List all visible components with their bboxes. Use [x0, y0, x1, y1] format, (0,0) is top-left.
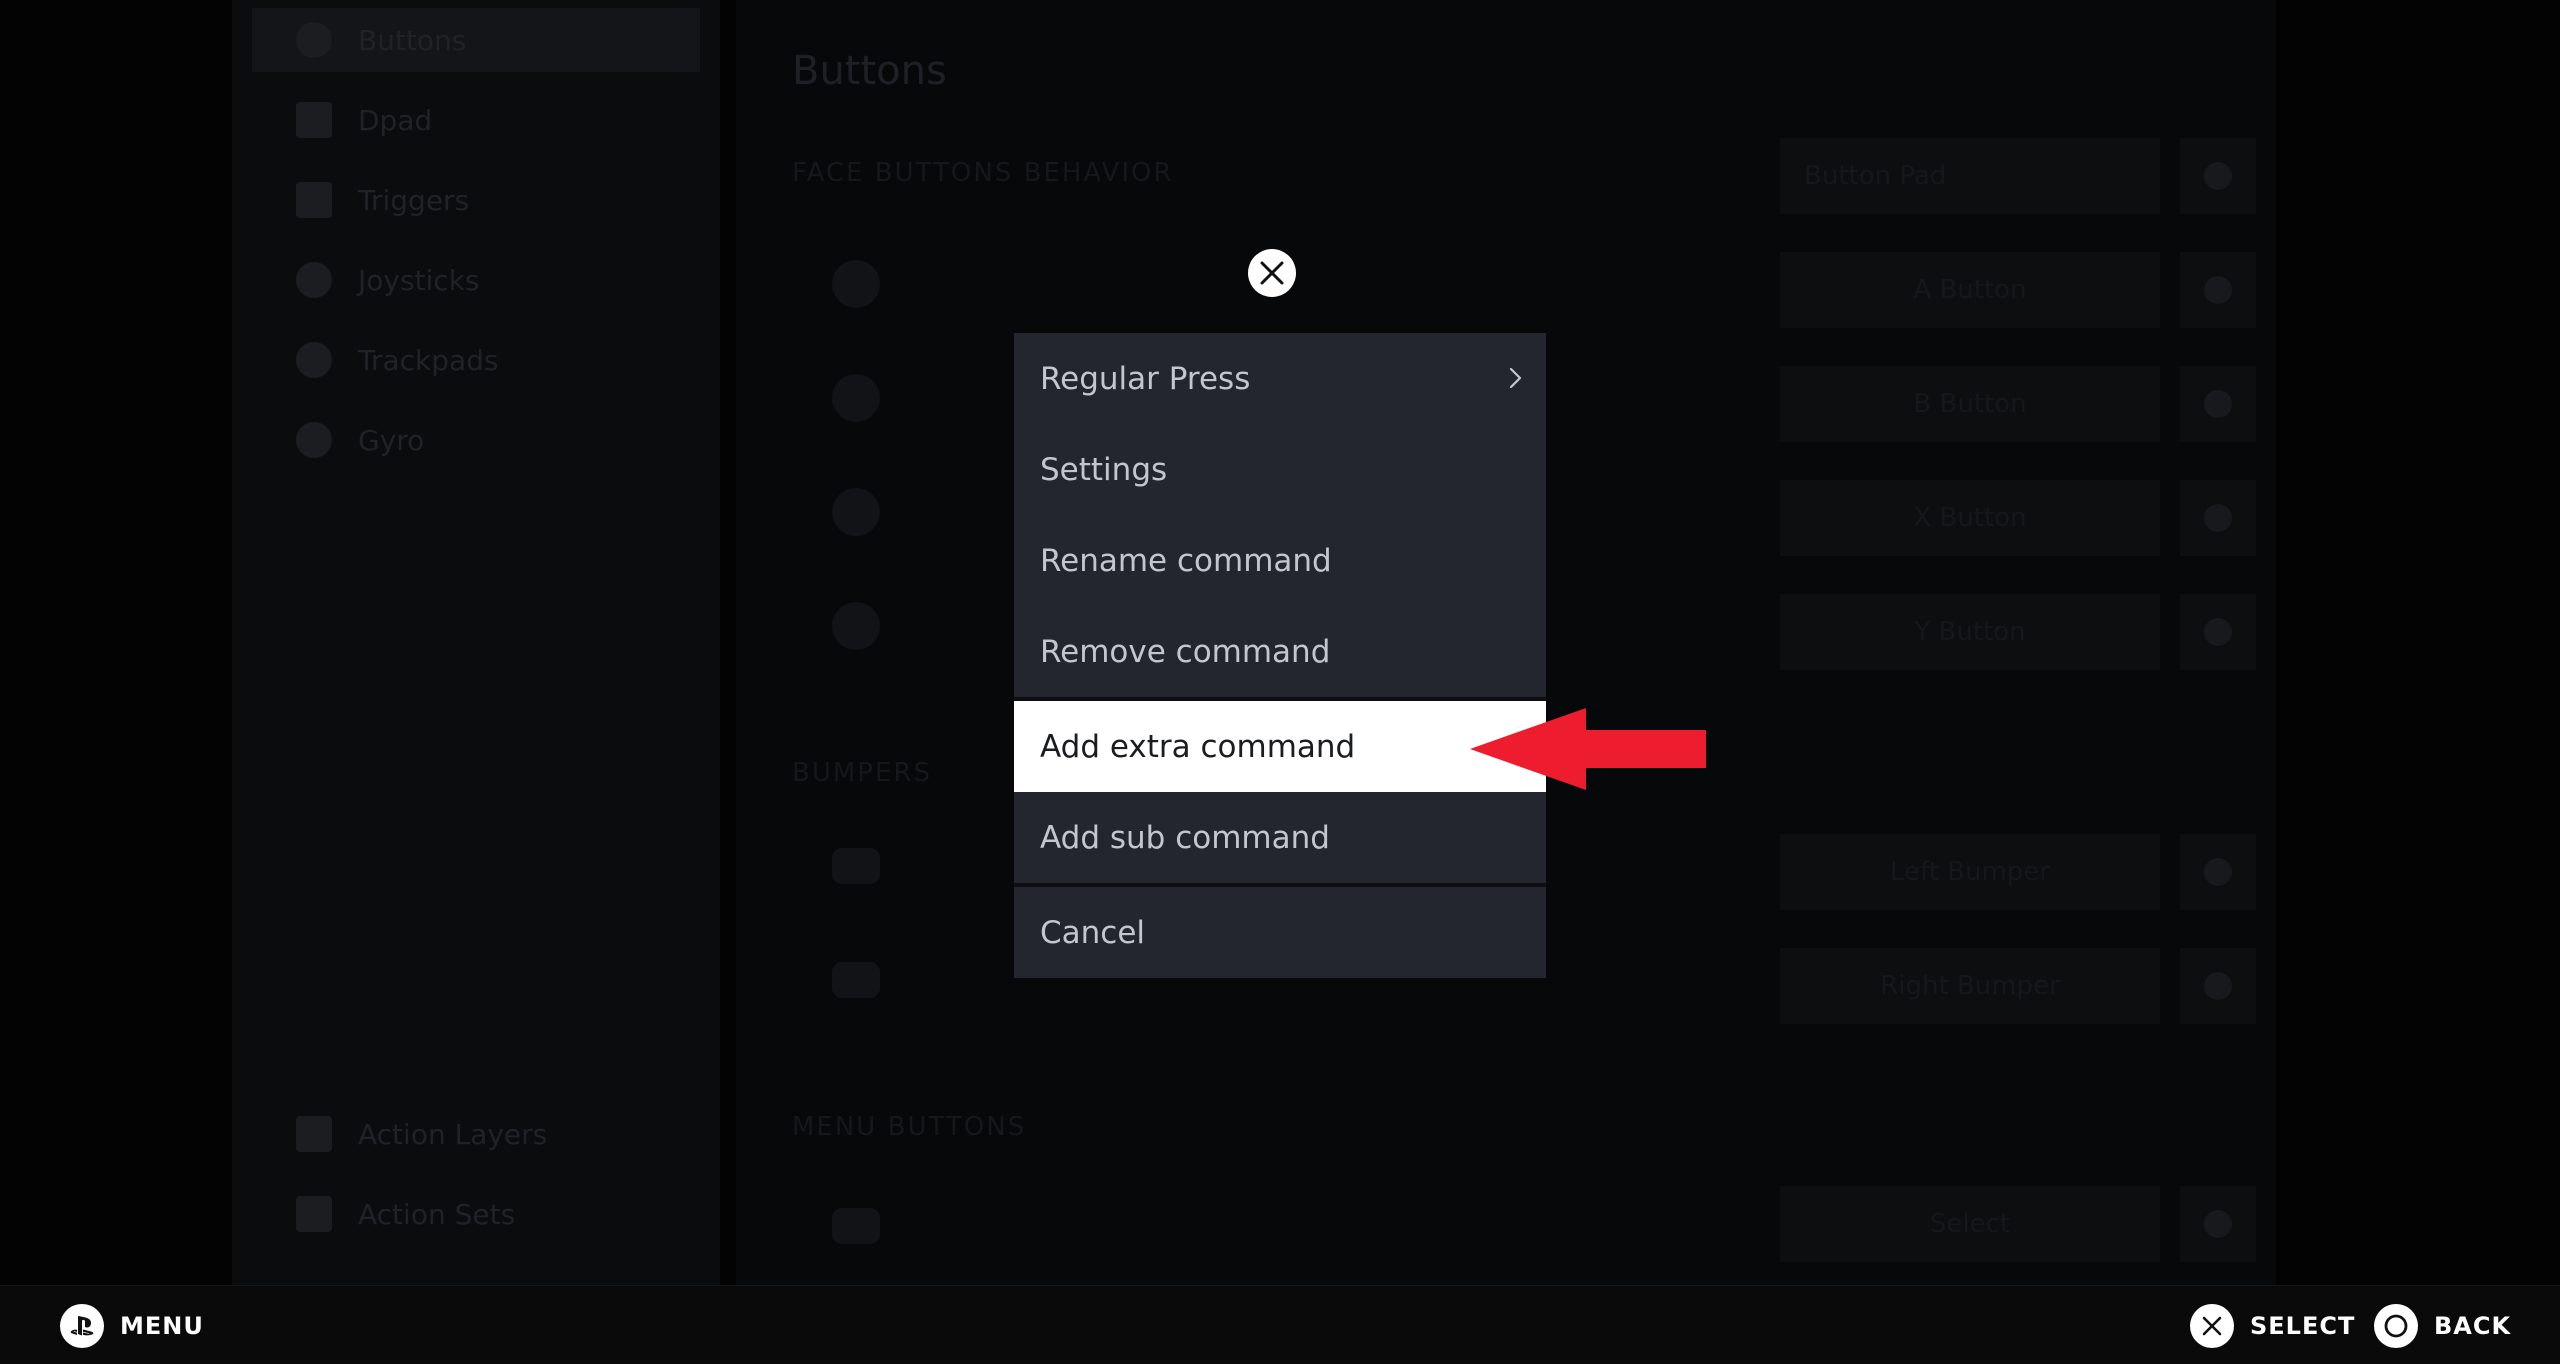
- chevron-right-icon: [1509, 367, 1522, 389]
- menu-item-label: Add extra command: [1040, 728, 1356, 765]
- section-menu-buttons: MENU BUTTONS: [792, 1112, 1027, 1142]
- sidebar-item-label: Dpad: [358, 103, 433, 137]
- action-sets-icon: [296, 1196, 332, 1232]
- gear-icon[interactable]: [2180, 594, 2256, 670]
- b-button-icon: [832, 374, 880, 422]
- select-binding[interactable]: Select: [1780, 1186, 2160, 1262]
- a-button-icon: [832, 260, 880, 308]
- menu-item-label: Cancel: [1040, 914, 1146, 951]
- menu-item-label: Regular Press: [1040, 360, 1251, 397]
- buttons-icon: [296, 22, 332, 58]
- arrow-shape: [1470, 708, 1706, 790]
- close-menu-button[interactable]: [1248, 249, 1296, 297]
- menu-item-rename-command[interactable]: Rename command: [1014, 515, 1546, 606]
- trackpad-icon: [296, 342, 332, 378]
- gear-icon[interactable]: [2180, 1186, 2256, 1262]
- context-menu: Regular Press Settings Rename command Re…: [1014, 333, 1546, 978]
- left-bumper-binding[interactable]: Left Bumper: [1780, 834, 2160, 910]
- behavior-dropdown[interactable]: Button Pad: [1780, 138, 2160, 214]
- back-hint-label: BACK: [2434, 1312, 2512, 1340]
- sidebar-item-joysticks[interactable]: Joysticks: [252, 248, 700, 312]
- menu-item-label: Settings: [1040, 451, 1168, 488]
- sidebar-item-triggers[interactable]: Triggers: [252, 168, 700, 232]
- a-button-binding[interactable]: A Button: [1780, 252, 2160, 328]
- layers-icon: [296, 1116, 332, 1152]
- gear-icon[interactable]: [2180, 252, 2256, 328]
- select-hint[interactable]: SELECT: [2190, 1304, 2355, 1348]
- menu-item-add-extra-command[interactable]: Add extra command: [1014, 701, 1546, 792]
- sidebar-item-label: Triggers: [358, 183, 470, 217]
- left-bumper-icon: [832, 848, 880, 884]
- gear-icon[interactable]: [2180, 366, 2256, 442]
- circle-button-icon: [2374, 1304, 2418, 1348]
- gear-icon[interactable]: [2180, 480, 2256, 556]
- footer-bar: MENU SELECT BACK: [0, 1285, 2560, 1364]
- sidebar-item-label: Buttons: [358, 23, 467, 57]
- sidebar-item-label: Action Layers: [358, 1117, 548, 1151]
- menu-hint[interactable]: MENU: [60, 1304, 204, 1348]
- y-button-icon: [832, 602, 880, 650]
- annotation-arrow-icon: [1470, 708, 1706, 790]
- sidebar-item-buttons[interactable]: Buttons: [252, 8, 700, 72]
- playstation-icon: [60, 1304, 104, 1348]
- menu-item-remove-command[interactable]: Remove command: [1014, 606, 1546, 697]
- right-bumper-icon: [832, 962, 880, 998]
- close-icon: [1260, 261, 1284, 285]
- menu-item-label: Rename command: [1040, 542, 1332, 579]
- menu-item-add-sub-command[interactable]: Add sub command: [1014, 792, 1546, 883]
- gear-icon[interactable]: [2180, 138, 2256, 214]
- sidebar-item-dpad[interactable]: Dpad: [252, 88, 700, 152]
- menu-item-settings[interactable]: Settings: [1014, 424, 1546, 515]
- select-button-icon: [832, 1208, 880, 1244]
- b-button-binding[interactable]: B Button: [1780, 366, 2160, 442]
- back-hint[interactable]: BACK: [2374, 1304, 2511, 1348]
- gear-icon[interactable]: [2180, 834, 2256, 910]
- sidebar-item-trackpads[interactable]: Trackpads: [252, 328, 700, 392]
- gyro-icon: [296, 422, 332, 458]
- sidebar-item-gyro[interactable]: Gyro: [252, 408, 700, 472]
- menu-hint-label: MENU: [120, 1312, 204, 1340]
- menu-item-label: Add sub command: [1040, 819, 1330, 856]
- screen: Buttons Dpad Triggers Joysticks Trackpad…: [0, 0, 2560, 1364]
- right-bumper-binding[interactable]: Right Bumper: [1780, 948, 2160, 1024]
- sidebar-item-label: Joysticks: [358, 263, 480, 297]
- x-button-binding[interactable]: X Button: [1780, 480, 2160, 556]
- sidebar-item-action-layers[interactable]: Action Layers: [252, 1102, 700, 1166]
- triggers-icon: [296, 182, 332, 218]
- section-face-buttons: FACE BUTTONS BEHAVIOR: [792, 158, 1174, 188]
- section-bumpers: BUMPERS: [792, 758, 932, 788]
- menu-item-label: Remove command: [1040, 633, 1331, 670]
- select-hint-label: SELECT: [2250, 1312, 2356, 1340]
- x-button-icon: [832, 488, 880, 536]
- menu-item-regular-press[interactable]: Regular Press: [1014, 333, 1546, 424]
- sidebar-item-label: Gyro: [358, 423, 425, 457]
- gear-icon[interactable]: [2180, 948, 2256, 1024]
- dpad-icon: [296, 102, 332, 138]
- joystick-icon: [296, 262, 332, 298]
- page-title: Buttons: [792, 48, 947, 94]
- cross-button-icon: [2190, 1304, 2234, 1348]
- sidebar: Buttons Dpad Triggers Joysticks Trackpad…: [232, 0, 720, 1285]
- menu-item-cancel[interactable]: Cancel: [1014, 887, 1546, 978]
- sidebar-item-label: Trackpads: [358, 343, 499, 377]
- sidebar-item-label: Action Sets: [358, 1197, 516, 1231]
- y-button-binding[interactable]: Y Button: [1780, 594, 2160, 670]
- sidebar-item-action-sets[interactable]: Action Sets: [252, 1182, 700, 1246]
